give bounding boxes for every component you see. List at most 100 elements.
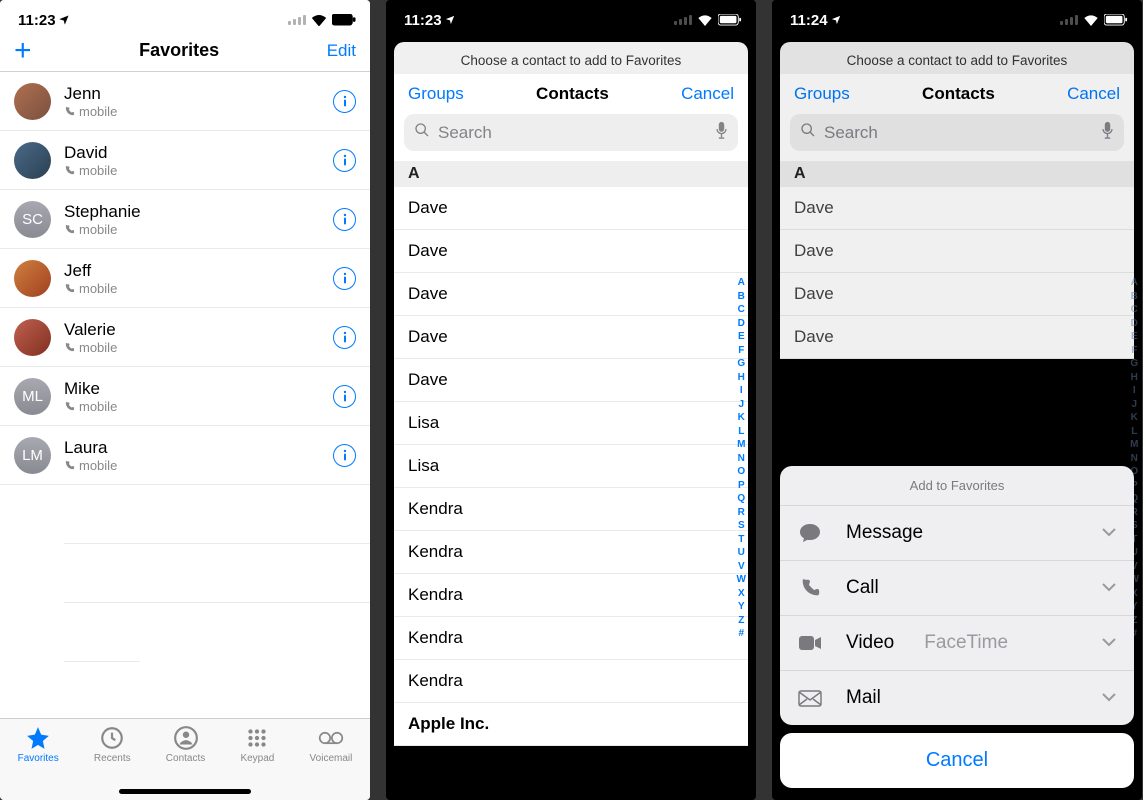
action-mail[interactable]: Mail <box>780 671 1134 725</box>
favorite-row[interactable]: MLMikemobile <box>0 367 370 426</box>
avatar <box>14 83 51 120</box>
contact-name: Laura <box>64 438 333 458</box>
contacts-icon <box>173 725 199 751</box>
battery-icon <box>1104 14 1128 26</box>
contact-row[interactable]: Dave <box>780 273 1134 316</box>
info-button[interactable] <box>333 90 356 113</box>
chevron-down-icon <box>1102 524 1116 542</box>
info-button[interactable] <box>333 267 356 290</box>
battery-icon <box>332 14 356 26</box>
contact-row[interactable]: Dave <box>780 230 1134 273</box>
contact-sub: mobile <box>64 458 333 473</box>
list-separator <box>64 544 370 603</box>
info-button[interactable] <box>333 385 356 408</box>
cancel-button[interactable]: Cancel <box>681 84 734 104</box>
sheet-title: Choose a contact to add to Favorites <box>461 53 682 68</box>
contact-row[interactable]: Dave <box>394 316 748 359</box>
search-container: Search <box>780 114 1134 161</box>
tab-favorites[interactable]: Favorites <box>18 725 59 800</box>
tab-voicemail[interactable]: Voicemail <box>310 725 353 800</box>
info-button[interactable] <box>333 149 356 172</box>
contact-row[interactable]: Apple Inc. <box>394 703 748 746</box>
avatar <box>14 142 51 179</box>
contact-row[interactable]: Kendra <box>394 531 748 574</box>
avatar: SC <box>14 201 51 238</box>
list-separator <box>64 485 370 544</box>
favorite-row[interactable]: Jeffmobile <box>0 249 370 308</box>
favorite-row[interactable]: Valeriemobile <box>0 308 370 367</box>
search-icon <box>800 122 816 143</box>
action-sheet-title: Add to Favorites <box>780 466 1134 506</box>
status-time: 11:23 <box>404 12 442 29</box>
wifi-icon <box>697 14 713 26</box>
contact-sub: mobile <box>64 222 333 237</box>
sheet-header: Choose a contact to add to Favorites <box>394 42 748 74</box>
signal-icon <box>1060 15 1078 25</box>
signal-icon <box>674 15 692 25</box>
tab-bar: Favorites Recents Contacts Keypad Voicem… <box>0 718 370 800</box>
action-message[interactable]: Message <box>780 506 1134 561</box>
cancel-button[interactable]: Cancel <box>1067 84 1120 104</box>
contact-row[interactable]: Dave <box>780 187 1134 230</box>
favorites-screen: 11:23 + Favorites Edit JennmobileDavidmo… <box>0 0 370 800</box>
contact-row[interactable]: Dave <box>394 359 748 402</box>
contact-row[interactable]: Lisa <box>394 445 748 488</box>
mic-icon[interactable] <box>1101 121 1114 144</box>
wifi-icon <box>311 14 327 26</box>
contact-row[interactable]: Kendra <box>394 574 748 617</box>
add-to-favorites-screen: 11:24 Choose a contact to add to Favorit… <box>772 0 1142 800</box>
info-button[interactable] <box>333 444 356 467</box>
contact-row[interactable]: Dave <box>394 187 748 230</box>
contact-row[interactable]: Kendra <box>394 660 748 703</box>
nav-bar: + Favorites Edit <box>0 36 370 72</box>
groups-button[interactable]: Groups <box>794 84 850 104</box>
chevron-down-icon <box>1102 689 1116 707</box>
contact-row[interactable]: Dave <box>780 316 1134 359</box>
edit-button[interactable]: Edit <box>327 41 356 61</box>
index-bar[interactable]: ABCDEFGHIJKLMNOPQRSTUVWXYZ# <box>737 276 746 641</box>
wifi-icon <box>1083 14 1099 26</box>
mic-icon[interactable] <box>715 121 728 144</box>
favorites-list: JennmobileDavidmobileSCStephaniemobileJe… <box>0 72 370 485</box>
chevron-down-icon <box>1102 579 1116 597</box>
action-cancel[interactable]: Cancel <box>780 733 1134 788</box>
sheet-title: Choose a contact to add to Favorites <box>847 53 1068 68</box>
contact-row[interactable]: Kendra <box>394 617 748 660</box>
status-bar: 11:23 <box>386 0 756 36</box>
contact-sub: mobile <box>64 399 333 414</box>
favorite-row[interactable]: Davidmobile <box>0 131 370 190</box>
search-input[interactable]: Search <box>404 114 738 151</box>
groups-button[interactable]: Groups <box>408 84 464 104</box>
avatar <box>14 319 51 356</box>
page-title: Favorites <box>139 40 219 61</box>
home-indicator[interactable] <box>891 789 1023 794</box>
favorite-row[interactable]: SC Stephaniemobile <box>0 190 370 249</box>
info-button[interactable] <box>333 208 356 231</box>
list-separator <box>64 603 140 662</box>
action-call[interactable]: Call <box>780 561 1134 616</box>
contact-row[interactable]: Dave <box>394 230 748 273</box>
search-placeholder: Search <box>824 123 1093 143</box>
contact-picker-screen: 11:23 Choose a contact to add to Favorit… <box>386 0 756 800</box>
contacts-title: Contacts <box>536 84 609 104</box>
info-button[interactable] <box>333 326 356 349</box>
section-header: A <box>780 161 1134 187</box>
home-indicator[interactable] <box>119 789 251 794</box>
contact-row[interactable]: Kendra <box>394 488 748 531</box>
action-video[interactable]: Video FaceTime <box>780 616 1134 671</box>
contact-sub: mobile <box>64 340 333 355</box>
status-time: 11:24 <box>790 12 828 29</box>
add-button[interactable]: + <box>14 41 32 61</box>
favorite-row[interactable]: LM Lauramobile <box>0 426 370 485</box>
contact-name: Mike <box>64 379 333 399</box>
sheet-nav: Groups Contacts Cancel <box>780 74 1134 114</box>
contact-row[interactable]: Dave <box>394 273 748 316</box>
favorite-row[interactable]: Jennmobile <box>0 72 370 131</box>
home-indicator[interactable] <box>505 789 637 794</box>
avatar: LM <box>14 437 51 474</box>
contact-name: David <box>64 143 333 163</box>
contact-row[interactable]: Lisa <box>394 402 748 445</box>
contact-name: Stephanie <box>64 202 333 222</box>
search-input[interactable]: Search <box>790 114 1124 151</box>
star-icon <box>25 725 51 751</box>
